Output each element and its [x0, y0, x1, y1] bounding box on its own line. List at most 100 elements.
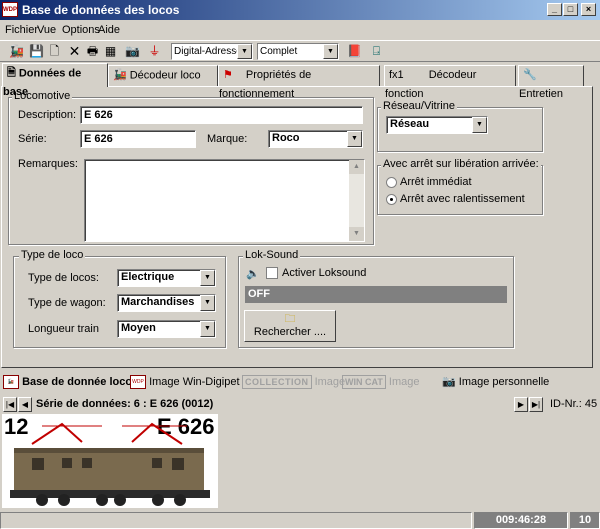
type-locos-label: Type de locos: [28, 272, 99, 284]
folder-icon: 🗀 [284, 313, 296, 325]
close-button[interactable]: × [581, 3, 596, 16]
previous-record-icon[interactable]: ◀ [18, 397, 32, 412]
tab-donnees-de-base[interactable]: 🗎 Données de base [2, 63, 108, 98]
btab-image-wincat[interactable]: WIN CAT Image [342, 372, 419, 392]
chevron-down-icon: ▼ [237, 44, 252, 59]
tab-decodeur-loco[interactable]: 🚂 Décodeur loco [108, 65, 218, 86]
electric-locomotive-icon [10, 422, 210, 506]
function-decoder-icon: fx1 [389, 69, 404, 81]
last-record-icon[interactable]: ▶| [529, 397, 543, 412]
new-document-icon[interactable]: 🗋 [46, 43, 63, 60]
tab-entretien[interactable]: 🔧Entretien [518, 65, 584, 100]
collection-logo-icon: COLLECTION [242, 375, 312, 390]
tab-decodeur-fonction[interactable]: fx1 Décodeur fonction [384, 65, 516, 100]
btab-image-win-digipet[interactable]: WDP Image Win-Digipet [130, 372, 240, 392]
rechercher-button-label: Rechercher .... [253, 326, 327, 338]
status-message [0, 512, 472, 529]
book-icon[interactable]: 📕 [346, 43, 363, 60]
address-mode-select[interactable]: Digital-Adresse ▼ [171, 43, 253, 60]
maximize-button[interactable]: □ [563, 3, 578, 16]
type-loco-group-label: Type de loco [19, 249, 86, 261]
remarques-textarea[interactable]: ▲ ▼ [84, 159, 365, 242]
btab-base-donnees[interactable]: 🚂 Base de donnée locos [3, 372, 138, 392]
speaker-icon: 🔈 [246, 268, 260, 280]
menu-vue[interactable]: Vue [37, 24, 56, 36]
arret-group [377, 165, 543, 215]
arret-ralentissement-radio[interactable] [386, 194, 397, 205]
address-mode-value: Digital-Adresse [174, 46, 242, 57]
tab-label: Décodeur loco [129, 69, 201, 82]
scroll-down-icon[interactable]: ▼ [349, 227, 364, 241]
chevron-down-icon: ▼ [200, 295, 215, 311]
wdp-logo-icon: 🚂 [3, 375, 19, 390]
longueur-train-label: Longueur train [28, 323, 99, 335]
record-navigator: |◀ ◀ Série de données: 6 : E 626 (0012) … [0, 396, 600, 414]
table-icon[interactable]: ▦ [102, 43, 119, 60]
locomotive-icon[interactable]: 🚂 [8, 43, 25, 60]
type-wagon-label: Type de wagon: [28, 297, 106, 309]
first-record-icon[interactable]: |◀ [3, 397, 17, 412]
camera-icon: 📷 [442, 376, 456, 388]
reseau-select[interactable]: Réseau ▼ [386, 116, 488, 134]
description-field[interactable]: E 626 [80, 106, 363, 124]
activer-loksound-checkbox[interactable] [266, 267, 278, 279]
title-bar: WDP Base de données des locos _ □ × [0, 0, 600, 20]
id-number: ID-Nr.: 45 [550, 398, 598, 410]
arret-ralentissement-label: Arrêt avec ralentissement [400, 193, 525, 205]
btab-label: Image personnelle [458, 376, 550, 388]
next-record-icon[interactable]: ▶ [514, 397, 528, 412]
serie-label: Série: [18, 133, 47, 145]
save-icon[interactable]: 💾 [28, 43, 45, 60]
type-locos-select[interactable]: Electrique ▼ [117, 269, 216, 287]
loco-image: 12 E 626 [2, 414, 218, 508]
window-title: Base de données des locos [22, 3, 180, 17]
btab-label: Image [388, 376, 420, 388]
chevron-down-icon: ▼ [200, 321, 215, 337]
arret-immediat-label: Arrêt immédiat [400, 176, 472, 188]
chevron-down-icon: ▼ [472, 117, 487, 133]
wrench-icon: 🔧 [523, 69, 537, 81]
marque-select[interactable]: Roco ▼ [268, 130, 363, 148]
type-wagon-select[interactable]: Marchandises ▼ [117, 294, 216, 312]
btab-image-collection[interactable]: COLLECTION Image [242, 372, 345, 392]
view-mode-select[interactable]: Complet ▼ [257, 43, 339, 60]
description-label: Description: [18, 109, 77, 121]
delete-icon[interactable]: ✕ [66, 43, 83, 60]
menu-aide[interactable]: Aide [98, 24, 120, 36]
tab-proprietes-fonctionnement[interactable]: ⚑ Propriétés de fonctionnement [218, 65, 380, 100]
status-count: 10 [570, 512, 600, 529]
scroll-up-icon[interactable]: ▲ [349, 160, 364, 174]
longueur-train-value: Moyen [121, 322, 156, 334]
btab-label: Image Win-Digipet [149, 376, 240, 388]
record-info: Série de données: 6 : E 626 (0012) [36, 398, 214, 410]
arret-group-label: Avec arrêt sur libération arrivée: [381, 158, 541, 170]
app-logo-icon: WDP [2, 2, 18, 17]
btab-label: Base de donnée locos [22, 376, 139, 388]
arret-immediat-radio[interactable] [386, 177, 397, 188]
camera-icon[interactable]: 📷 [124, 43, 141, 60]
document-icon: 🗎 [7, 67, 16, 79]
serie-field[interactable]: E 626 [80, 130, 196, 148]
stop-icon[interactable]: ⏚ [146, 43, 163, 60]
marque-label: Marque: [207, 133, 248, 145]
remarques-label: Remarques: [18, 158, 78, 170]
loksound-group-label: Lok-Sound [243, 249, 301, 261]
menu-fichier[interactable]: Fichier [5, 24, 38, 36]
wdp-logo-icon: WDP [130, 375, 146, 390]
type-locos-value: Electrique [121, 271, 175, 283]
btab-image-personnelle[interactable]: 📷 Image personnelle [442, 372, 549, 392]
longueur-train-select[interactable]: Moyen ▼ [117, 320, 216, 338]
status-time: 009:46:28 [474, 512, 568, 529]
menu-bar: Fichier Vue Options Aide [0, 21, 600, 39]
wincat-logo-icon: WIN CAT [342, 375, 386, 390]
btab-label: Image [314, 376, 346, 388]
exit-icon[interactable]: ⍈ [368, 43, 385, 60]
remarques-scrollbar[interactable]: ▲ ▼ [349, 160, 364, 241]
minimize-button[interactable]: _ [547, 3, 562, 16]
print-icon[interactable]: 🖶 [84, 43, 101, 60]
rechercher-button[interactable]: 🗀 Rechercher .... [244, 310, 336, 342]
menu-options[interactable]: Options [62, 24, 100, 36]
tab-bar: 🗎 Données de base 🚂 Décodeur loco ⚑ Proprié… [0, 63, 600, 100]
chevron-down-icon: ▼ [200, 270, 215, 286]
loksound-status-bar: OFF [245, 286, 507, 303]
